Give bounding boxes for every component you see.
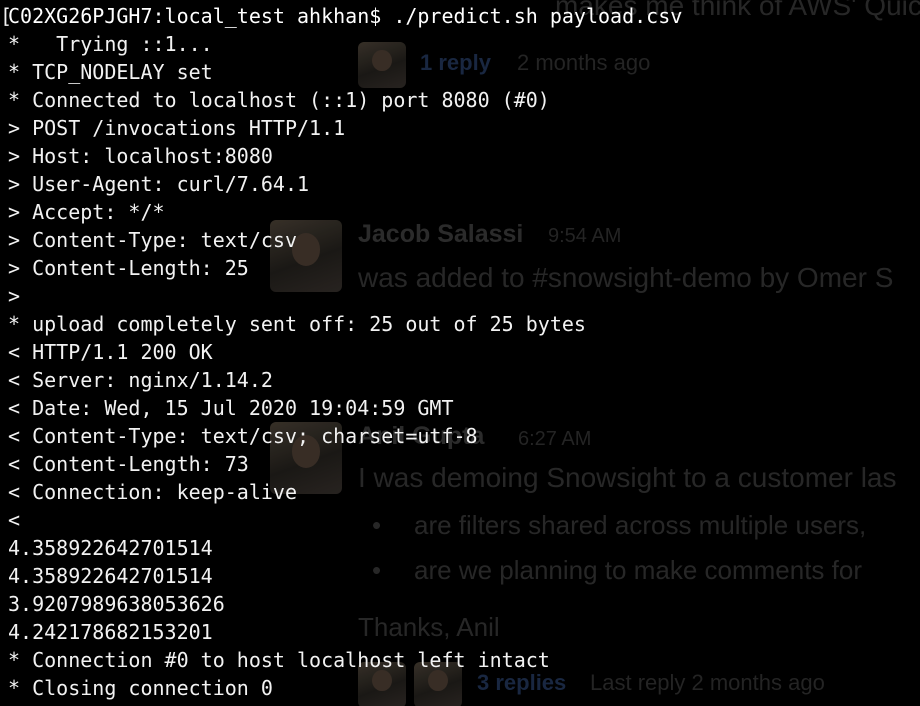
- terminal-line: * Connection #0 to host localhost left i…: [8, 648, 550, 672]
- terminal-line: > POST /invocations HTTP/1.1: [8, 116, 346, 140]
- prediction-value: 4.358922642701514: [8, 536, 213, 560]
- terminal-line: < Server: nginx/1.14.2: [8, 368, 273, 392]
- terminal-line: * TCP_NODELAY set: [8, 60, 213, 84]
- terminal-line: >: [8, 284, 21, 308]
- terminal-line: < HTTP/1.1 200 OK: [8, 340, 213, 364]
- terminal-line: * Closing connection 0: [8, 676, 273, 700]
- terminal-line: * Connected to localhost (::1) port 8080…: [8, 88, 550, 112]
- prediction-value: 4.242178682153201: [8, 620, 213, 644]
- terminal-output: C02XG26PJGH7:local_test ahkhan$ ./predic…: [8, 2, 682, 702]
- prediction-value: 3.9207989638053626: [8, 592, 225, 616]
- terminal-line: > User-Agent: curl/7.64.1: [8, 172, 310, 196]
- terminal-line: < Content-Type: text/csv; charset=utf-8: [8, 424, 478, 448]
- terminal-line: * Trying ::1...: [8, 32, 213, 56]
- terminal-line: > Content-Length: 25: [8, 256, 249, 280]
- terminal-line: > Accept: */*: [8, 200, 165, 224]
- terminal-line: * upload completely sent off: 25 out of …: [8, 312, 586, 336]
- terminal-line: < Content-Length: 73: [8, 452, 249, 476]
- terminal-line: > Content-Type: text/csv: [8, 228, 297, 252]
- terminal-window[interactable]: makes me think of AWS' Quicksight. 1 rep…: [0, 0, 920, 706]
- terminal-line: <: [8, 508, 21, 532]
- terminal-line: > Host: localhost:8080: [8, 144, 273, 168]
- prediction-value: 4.358922642701514: [8, 564, 213, 588]
- terminal-line: < Date: Wed, 15 Jul 2020 19:04:59 GMT: [8, 396, 454, 420]
- terminal-line: < Connection: keep-alive: [8, 480, 297, 504]
- terminal-command-line: C02XG26PJGH7:local_test ahkhan$ ./predic…: [8, 4, 683, 28]
